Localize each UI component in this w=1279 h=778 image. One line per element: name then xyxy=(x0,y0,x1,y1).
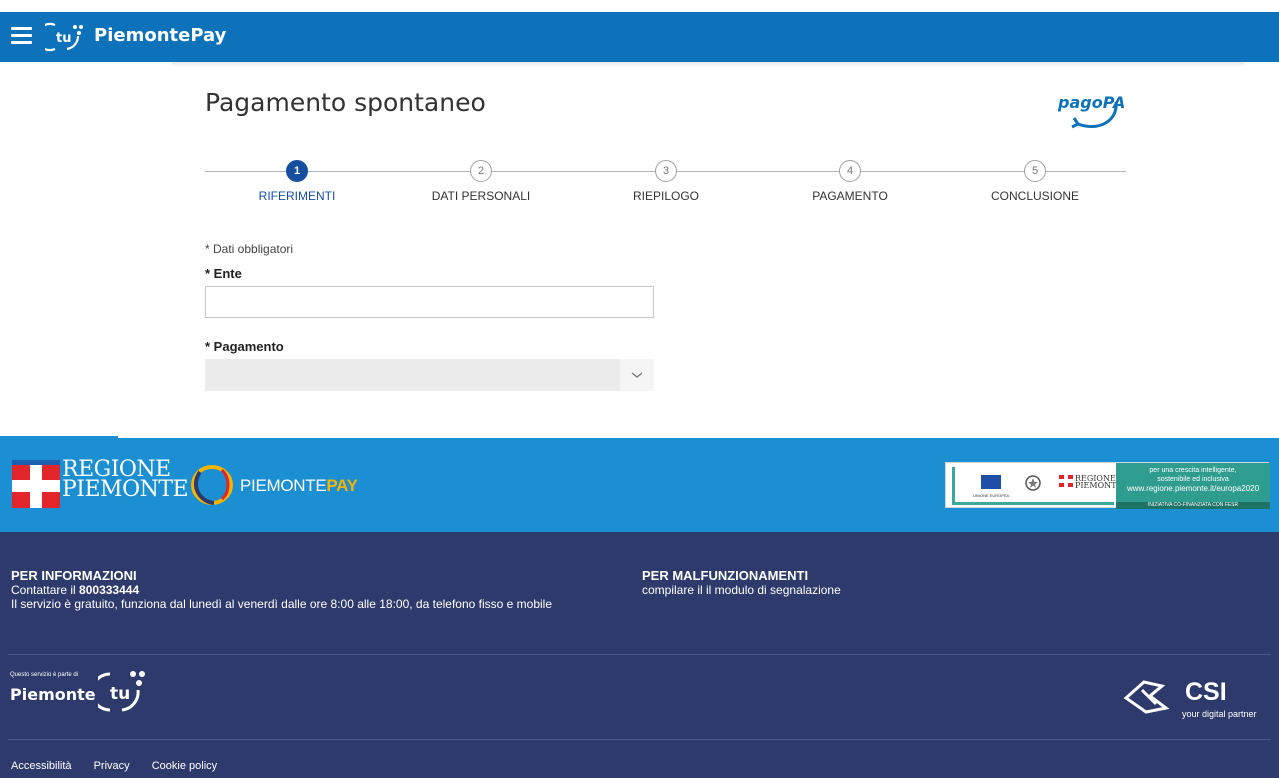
regione-piemonte-mini-flag-icon xyxy=(1059,475,1073,487)
footer-info-band: PER INFORMAZIONI Contattare il 800333444… xyxy=(0,532,1279,778)
piemontepay-ring-icon xyxy=(191,465,233,505)
cookie-policy-link[interactable]: Cookie policy xyxy=(152,760,217,772)
piemontepay-logo-a: PIEMONTE xyxy=(240,476,327,495)
brand-name[interactable]: PiemontePay xyxy=(94,25,226,46)
contact-phone: 800333444 xyxy=(79,583,140,597)
pagopa-logo-text: pagoPA xyxy=(1057,93,1124,112)
band-accent xyxy=(0,436,118,438)
csi-logo-icon xyxy=(1123,680,1170,714)
step-number: 3 xyxy=(655,160,677,182)
eu-funding-banner: UNIONE EUROPEA REGIONE PIEMONTE per una … xyxy=(945,462,1270,509)
europa2020-panel: per una crescita intelligente, sostenibi… xyxy=(1116,463,1270,509)
chevron-down-icon[interactable] xyxy=(620,359,654,391)
step-pagamento[interactable]: 4 PAGAMENTO xyxy=(770,160,930,203)
eu-flag-caption: UNIONE EUROPEA xyxy=(973,493,1010,498)
header-shadow xyxy=(172,62,1244,67)
ente-input[interactable] xyxy=(205,286,654,318)
svg-text:tu: tu xyxy=(56,31,71,46)
accessibility-link[interactable]: Accessibilità xyxy=(11,760,72,772)
page: tu PiemontePay Pagamento spontaneo pagoP… xyxy=(0,0,1279,778)
fesr-strip: INIZIATIVA CO-FINANZIATA CON FESR xyxy=(1116,502,1270,509)
eu-logos-frame: UNIONE EUROPEA REGIONE PIEMONTE xyxy=(952,467,1122,505)
step-label: RIEPILOGO xyxy=(632,189,700,203)
service-note: Il servizio è gratuito, funziona dal lun… xyxy=(11,597,553,611)
piemonte-tu-logo: Questo servizio è parte di Piemonte tu xyxy=(10,671,145,712)
page-title: Pagamento spontaneo xyxy=(205,88,486,117)
step-number: 2 xyxy=(470,160,492,182)
pagamento-select[interactable] xyxy=(205,359,654,391)
step-number: 4 xyxy=(839,160,861,182)
footer-links: Accessibilità Privacy Cookie policy xyxy=(11,760,236,772)
step-riepilogo[interactable]: 3 RIEPILOGO xyxy=(586,160,746,203)
svg-text:tu: tu xyxy=(110,684,130,704)
piemontepay-logo-text: PIEMONTEPAY xyxy=(240,476,358,496)
malfunction-section: PER MALFUNZIONAMENTI compilare il il mod… xyxy=(642,568,841,598)
csi-tagline: your digital partner xyxy=(1182,709,1257,719)
europa2020-line2: sostenibile ed inclusiva xyxy=(1157,476,1229,483)
eu-flag-icon xyxy=(981,475,1001,489)
step-label: DATI PERSONALI xyxy=(431,189,531,203)
europa2020-line1: per una crescita intelligente, xyxy=(1149,467,1237,474)
info-heading: PER INFORMAZIONI xyxy=(11,568,137,583)
ente-label: * Ente xyxy=(205,266,242,281)
step-conclusione[interactable]: 5 CONCLUSIONE xyxy=(955,160,1115,203)
tu-logo-icon: tu xyxy=(98,671,145,712)
info-section: PER INFORMAZIONI Contattare il 800333444… xyxy=(11,568,553,612)
italian-emblem-icon xyxy=(1025,475,1041,491)
contact-prefix: Contattare il xyxy=(11,583,80,597)
piemonte-tu-name: Piemonte xyxy=(10,685,96,704)
step-dati-personali[interactable]: 2 DATI PERSONALI xyxy=(401,160,561,203)
hamburger-menu-icon[interactable] xyxy=(11,27,32,45)
stepper: 1 RIFERIMENTI 2 DATI PERSONALI 3 RIEPILO… xyxy=(205,160,1126,210)
europa2020-url: www.regione.piemonte.it/europa2020 xyxy=(1126,484,1260,493)
step-riferimenti[interactable]: 1 RIFERIMENTI xyxy=(217,160,377,203)
pagopa-logo: pagoPA xyxy=(1057,93,1124,129)
piemonte-tu-caption: Questo servizio è parte di xyxy=(10,672,79,678)
step-number: 5 xyxy=(1024,160,1046,182)
regione-piemonte-flag-icon xyxy=(12,460,60,508)
tu-logo-icon[interactable]: tu xyxy=(45,22,91,52)
csi-logo-text: CSI xyxy=(1185,678,1227,706)
regione-logo-line2: PIEMONTE xyxy=(62,477,189,502)
malfunction-heading: PER MALFUNZIONAMENTI xyxy=(642,568,809,583)
contact-line: Contattare il 800333444 xyxy=(11,583,552,597)
footer-divider xyxy=(8,739,1271,740)
piemontepay-logo-b: PAY xyxy=(326,476,358,495)
privacy-link[interactable]: Privacy xyxy=(94,760,130,772)
step-number: 1 xyxy=(286,160,308,182)
footer-logos-band: REGIONE PIEMONTE PIEMONTEPAY UNIONE EURO… xyxy=(0,436,1279,532)
step-label: PAGAMENTO xyxy=(812,189,888,203)
footer-divider xyxy=(8,654,1271,655)
step-label: CONCLUSIONE xyxy=(990,189,1079,203)
regione-piemonte-logo-text: REGIONE PIEMONTE xyxy=(62,459,189,502)
top-bar: tu PiemontePay xyxy=(0,12,1279,62)
pagamento-label: * Pagamento xyxy=(205,339,284,354)
malfunction-text[interactable]: compilare il il modulo di segnalazione xyxy=(642,583,841,597)
step-label: RIFERIMENTI xyxy=(258,189,336,203)
required-fields-note: * Dati obbligatori xyxy=(205,242,294,256)
